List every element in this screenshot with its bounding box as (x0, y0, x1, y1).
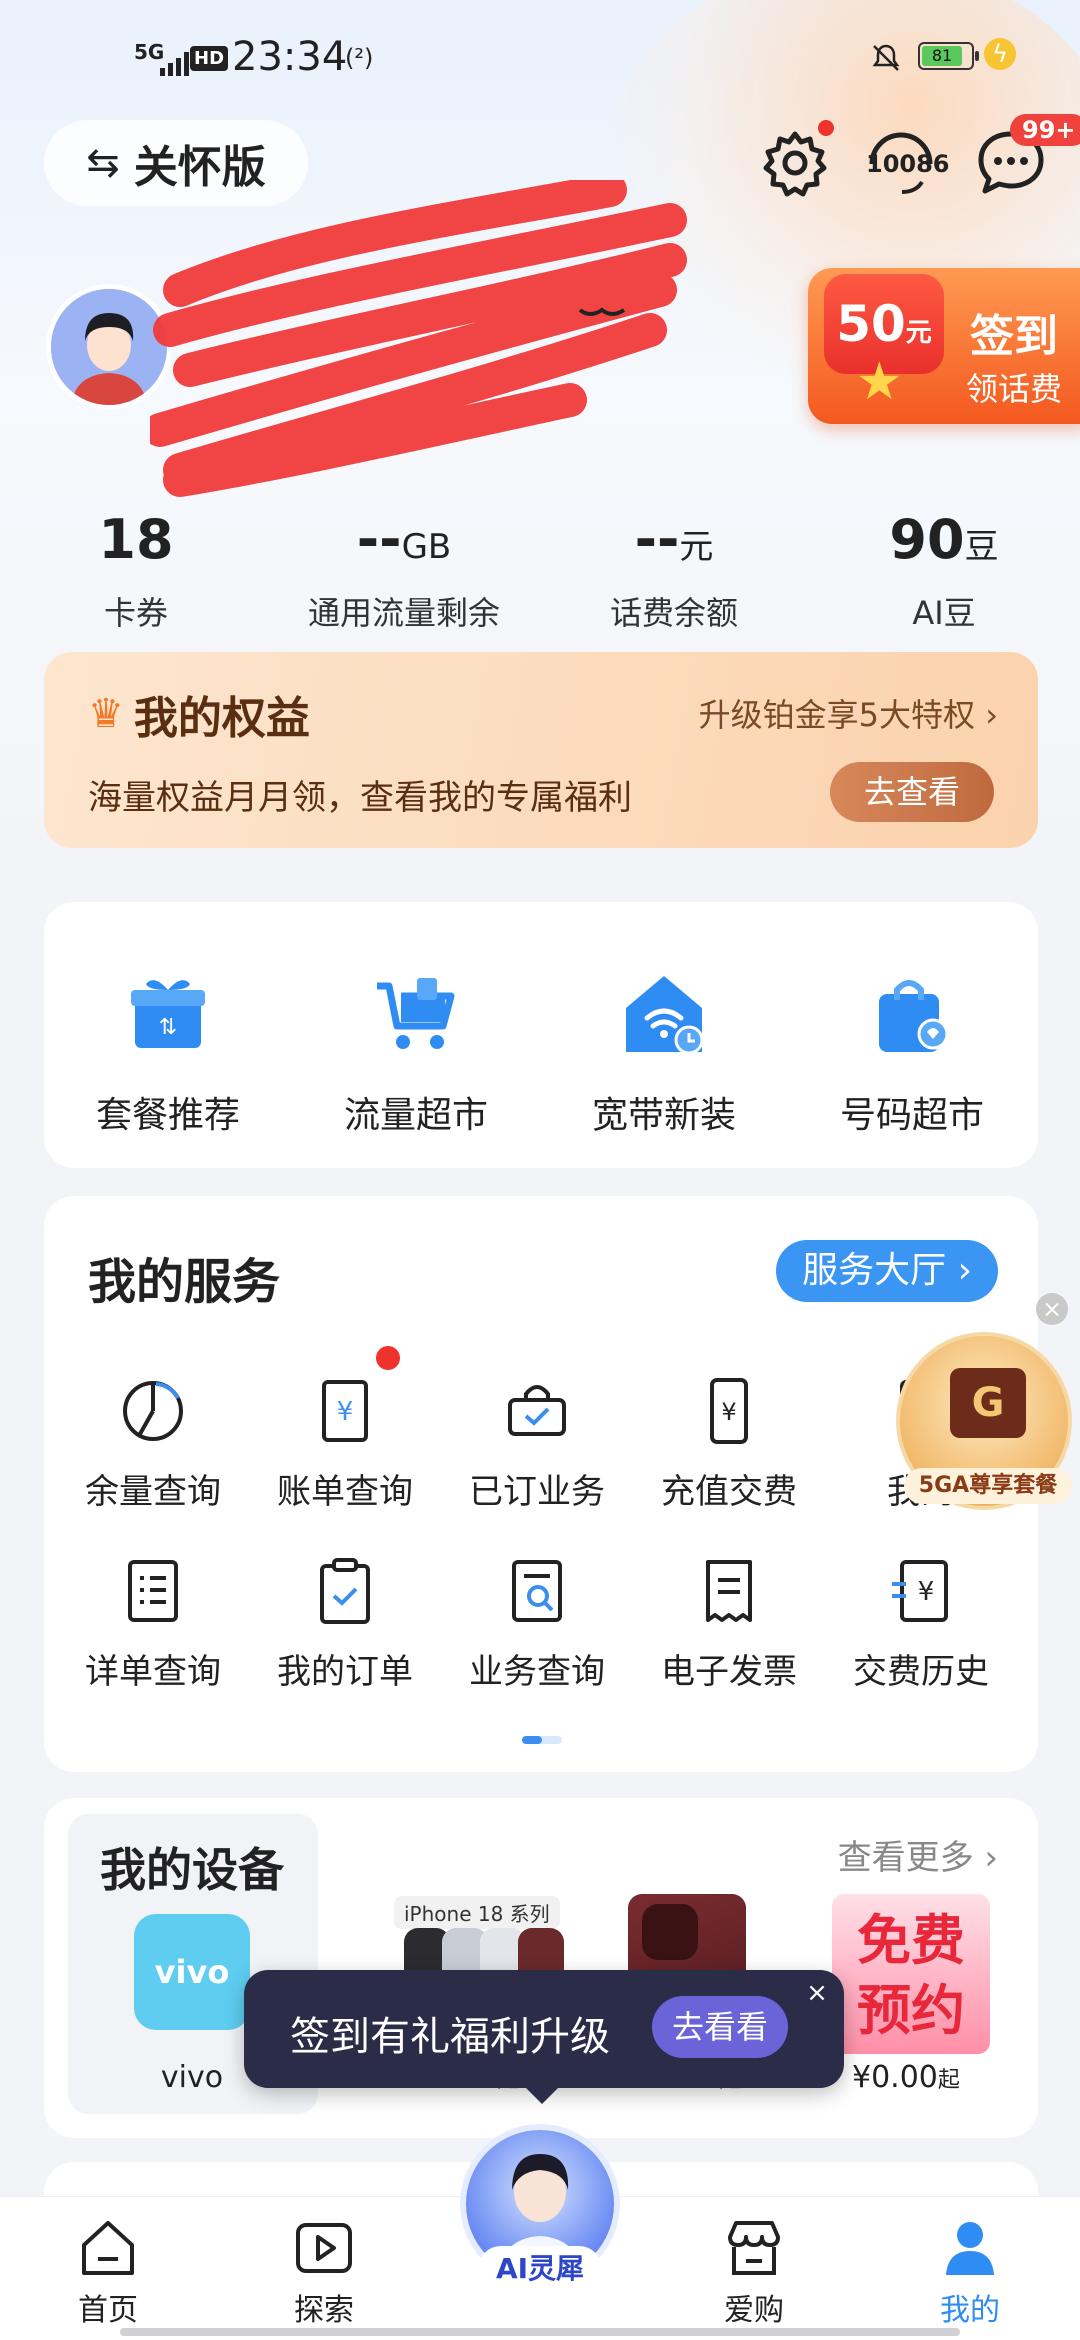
redacted-username-scribble (150, 180, 687, 497)
series-tag: iPhone 18 系列 (394, 1896, 560, 1929)
star-icon: ★ (856, 352, 903, 412)
home-indicator (120, 2328, 960, 2336)
gift-box-icon: ⇅ (131, 980, 205, 1048)
checkin-title: 签到 (970, 311, 1058, 362)
phone-recharge-icon: ¥ (710, 1378, 748, 1444)
pager-active-dot (522, 1736, 542, 1744)
bill-icon: ¥ (322, 1380, 368, 1442)
ai-assistant-label: AI灵犀 (478, 2246, 602, 2292)
free-reservation-tile[interactable]: 免费 预约 (832, 1894, 990, 2054)
services-title: 我的服务 (88, 1254, 281, 1310)
services-pager (522, 1736, 562, 1744)
crown-icon: ♛ (88, 691, 124, 737)
status-time: 23:34 (232, 34, 348, 80)
svg-text:¥: ¥ (918, 1577, 935, 1607)
service-payment-history[interactable]: ¥ 交费历史 (826, 1556, 1016, 1693)
toast-text: 签到有礼福利升级 (290, 2014, 610, 2060)
mute-bell-icon (870, 42, 902, 81)
store-icon (728, 2221, 780, 2275)
rights-upgrade-link[interactable]: 升级铂金享5大特权 › (699, 690, 998, 736)
toast-close-button[interactable]: × (800, 1976, 834, 2010)
quick-entry-broadband[interactable]: 宽带新装 (540, 970, 788, 1138)
quick-entry-data-market[interactable]: 流量超市 (292, 970, 540, 1138)
float-ad-close-button[interactable]: × (1036, 1293, 1068, 1325)
status-bar: 5G HD 23:34 (²) 81 ϟ (0, 30, 1080, 90)
charging-icon: ϟ (984, 38, 1016, 70)
shopping-bag-icon (879, 980, 949, 1052)
messages-badge: 99+ (1010, 114, 1080, 146)
subscribed-bag-icon (508, 1385, 566, 1436)
service-recharge[interactable]: ¥ 充值交费 (634, 1376, 824, 1513)
switch-arrows-icon: ⇆ (86, 140, 120, 186)
hd-voice-icon: HD (190, 46, 229, 71)
svg-text:¥: ¥ (337, 1397, 354, 1427)
service-balance-query[interactable]: 余量查询 (58, 1376, 248, 1513)
tab-shop[interactable]: 爱购 (684, 2215, 824, 2329)
home-wifi-icon (626, 976, 704, 1055)
battery-icon: 81 (918, 42, 979, 70)
stat-ai-beans[interactable]: 90豆 AI豆 (824, 500, 1064, 634)
service-bill-query[interactable]: ¥ 账单查询 (250, 1346, 440, 1513)
service-subscribed[interactable]: 已订业务 (442, 1376, 632, 1513)
payment-history-icon: ¥ (892, 1560, 948, 1622)
doc-search-icon (512, 1560, 562, 1622)
quick-entries-card: ⇅ 套餐推荐 流量超市 宽带新装 号码超市 (44, 902, 1038, 1168)
shopping-cart-icon (377, 978, 455, 1049)
svg-text:¥: ¥ (721, 1398, 736, 1426)
stat-balance[interactable]: --元 话费余额 (554, 500, 794, 634)
service-detail-query[interactable]: 详单查询 (58, 1556, 248, 1693)
battery-level: 81 (922, 46, 962, 66)
home-icon (82, 2221, 134, 2275)
list-doc-icon (128, 1560, 178, 1622)
svg-text:⇅: ⇅ (159, 1015, 177, 1040)
float-ad-5ga[interactable]: G 5GA尊享套餐 (896, 1332, 1072, 1510)
tab-home[interactable]: 首页 (38, 2215, 178, 2329)
stat-data-remaining[interactable]: --GB 通用流量剩余 (284, 500, 524, 634)
checkin-subtitle: 领话费 (966, 370, 1063, 408)
settings-button[interactable] (756, 120, 834, 202)
checkin-promo[interactable]: 50元 ★ 签到 领话费 (808, 268, 1080, 424)
hotline-button[interactable]: 10086 (862, 124, 950, 202)
play-icon (296, 2223, 352, 2273)
service-hall-button[interactable]: 服务大厅 › (776, 1240, 998, 1302)
rights-view-button[interactable]: 去查看 (830, 762, 994, 822)
quick-entry-plan[interactable]: ⇅ 套餐推荐 (44, 970, 292, 1138)
devices-title: 我的设备 (100, 1843, 284, 1897)
pie-chart-icon (123, 1381, 183, 1441)
bill-alert-dot (376, 1346, 400, 1370)
services-card: 我的服务 服务大厅 › 余量查询 ¥ 账单查询 已订业务 ¥ 充值交费 我的 详… (44, 1196, 1038, 1772)
service-e-invoice[interactable]: 电子发票 (634, 1556, 824, 1693)
tab-mine[interactable]: 我的 (900, 2215, 1040, 2329)
clipboard-check-icon (320, 1558, 370, 1624)
stat-coupons[interactable]: 18 卡券 (16, 500, 256, 634)
quick-entry-number-market[interactable]: 号码超市 (788, 970, 1036, 1138)
rights-title: 我的权益 (133, 693, 310, 744)
rights-description: 海量权益月月领，查看我的专属福利 (88, 778, 632, 818)
devices-more-link[interactable]: 查看更多 › (838, 1830, 998, 1879)
service-my-orders[interactable]: 我的订单 (250, 1556, 440, 1693)
owned-device-name: vivo (160, 2060, 224, 2095)
product-price-3: ¥0.00起 (852, 2060, 960, 2095)
receipt-icon (706, 1560, 752, 1622)
user-icon (946, 2222, 994, 2275)
rights-card[interactable]: ♛ 我的权益 升级铂金享5大特权 › 海量权益月月领，查看我的专属福利 去查看 (44, 652, 1038, 848)
vivo-logo: vivo (134, 1914, 250, 2030)
signal-icon (160, 50, 189, 76)
tab-explore[interactable]: 探索 (254, 2215, 394, 2329)
hotline-label: 10086 (866, 150, 950, 178)
float-ad-label: 5GA尊享套餐 (904, 1468, 1072, 1504)
wifi-calling-icon: (²) (345, 44, 374, 72)
checkin-toast[interactable]: 签到有礼福利升级 去看看 × (244, 1970, 844, 2104)
gear-icon (763, 131, 827, 197)
service-business-query[interactable]: 业务查询 (442, 1556, 632, 1693)
toast-go-button[interactable]: 去看看 (652, 1996, 788, 2058)
brand-logo-icon: G (950, 1368, 1026, 1438)
settings-alert-dot (818, 120, 834, 136)
